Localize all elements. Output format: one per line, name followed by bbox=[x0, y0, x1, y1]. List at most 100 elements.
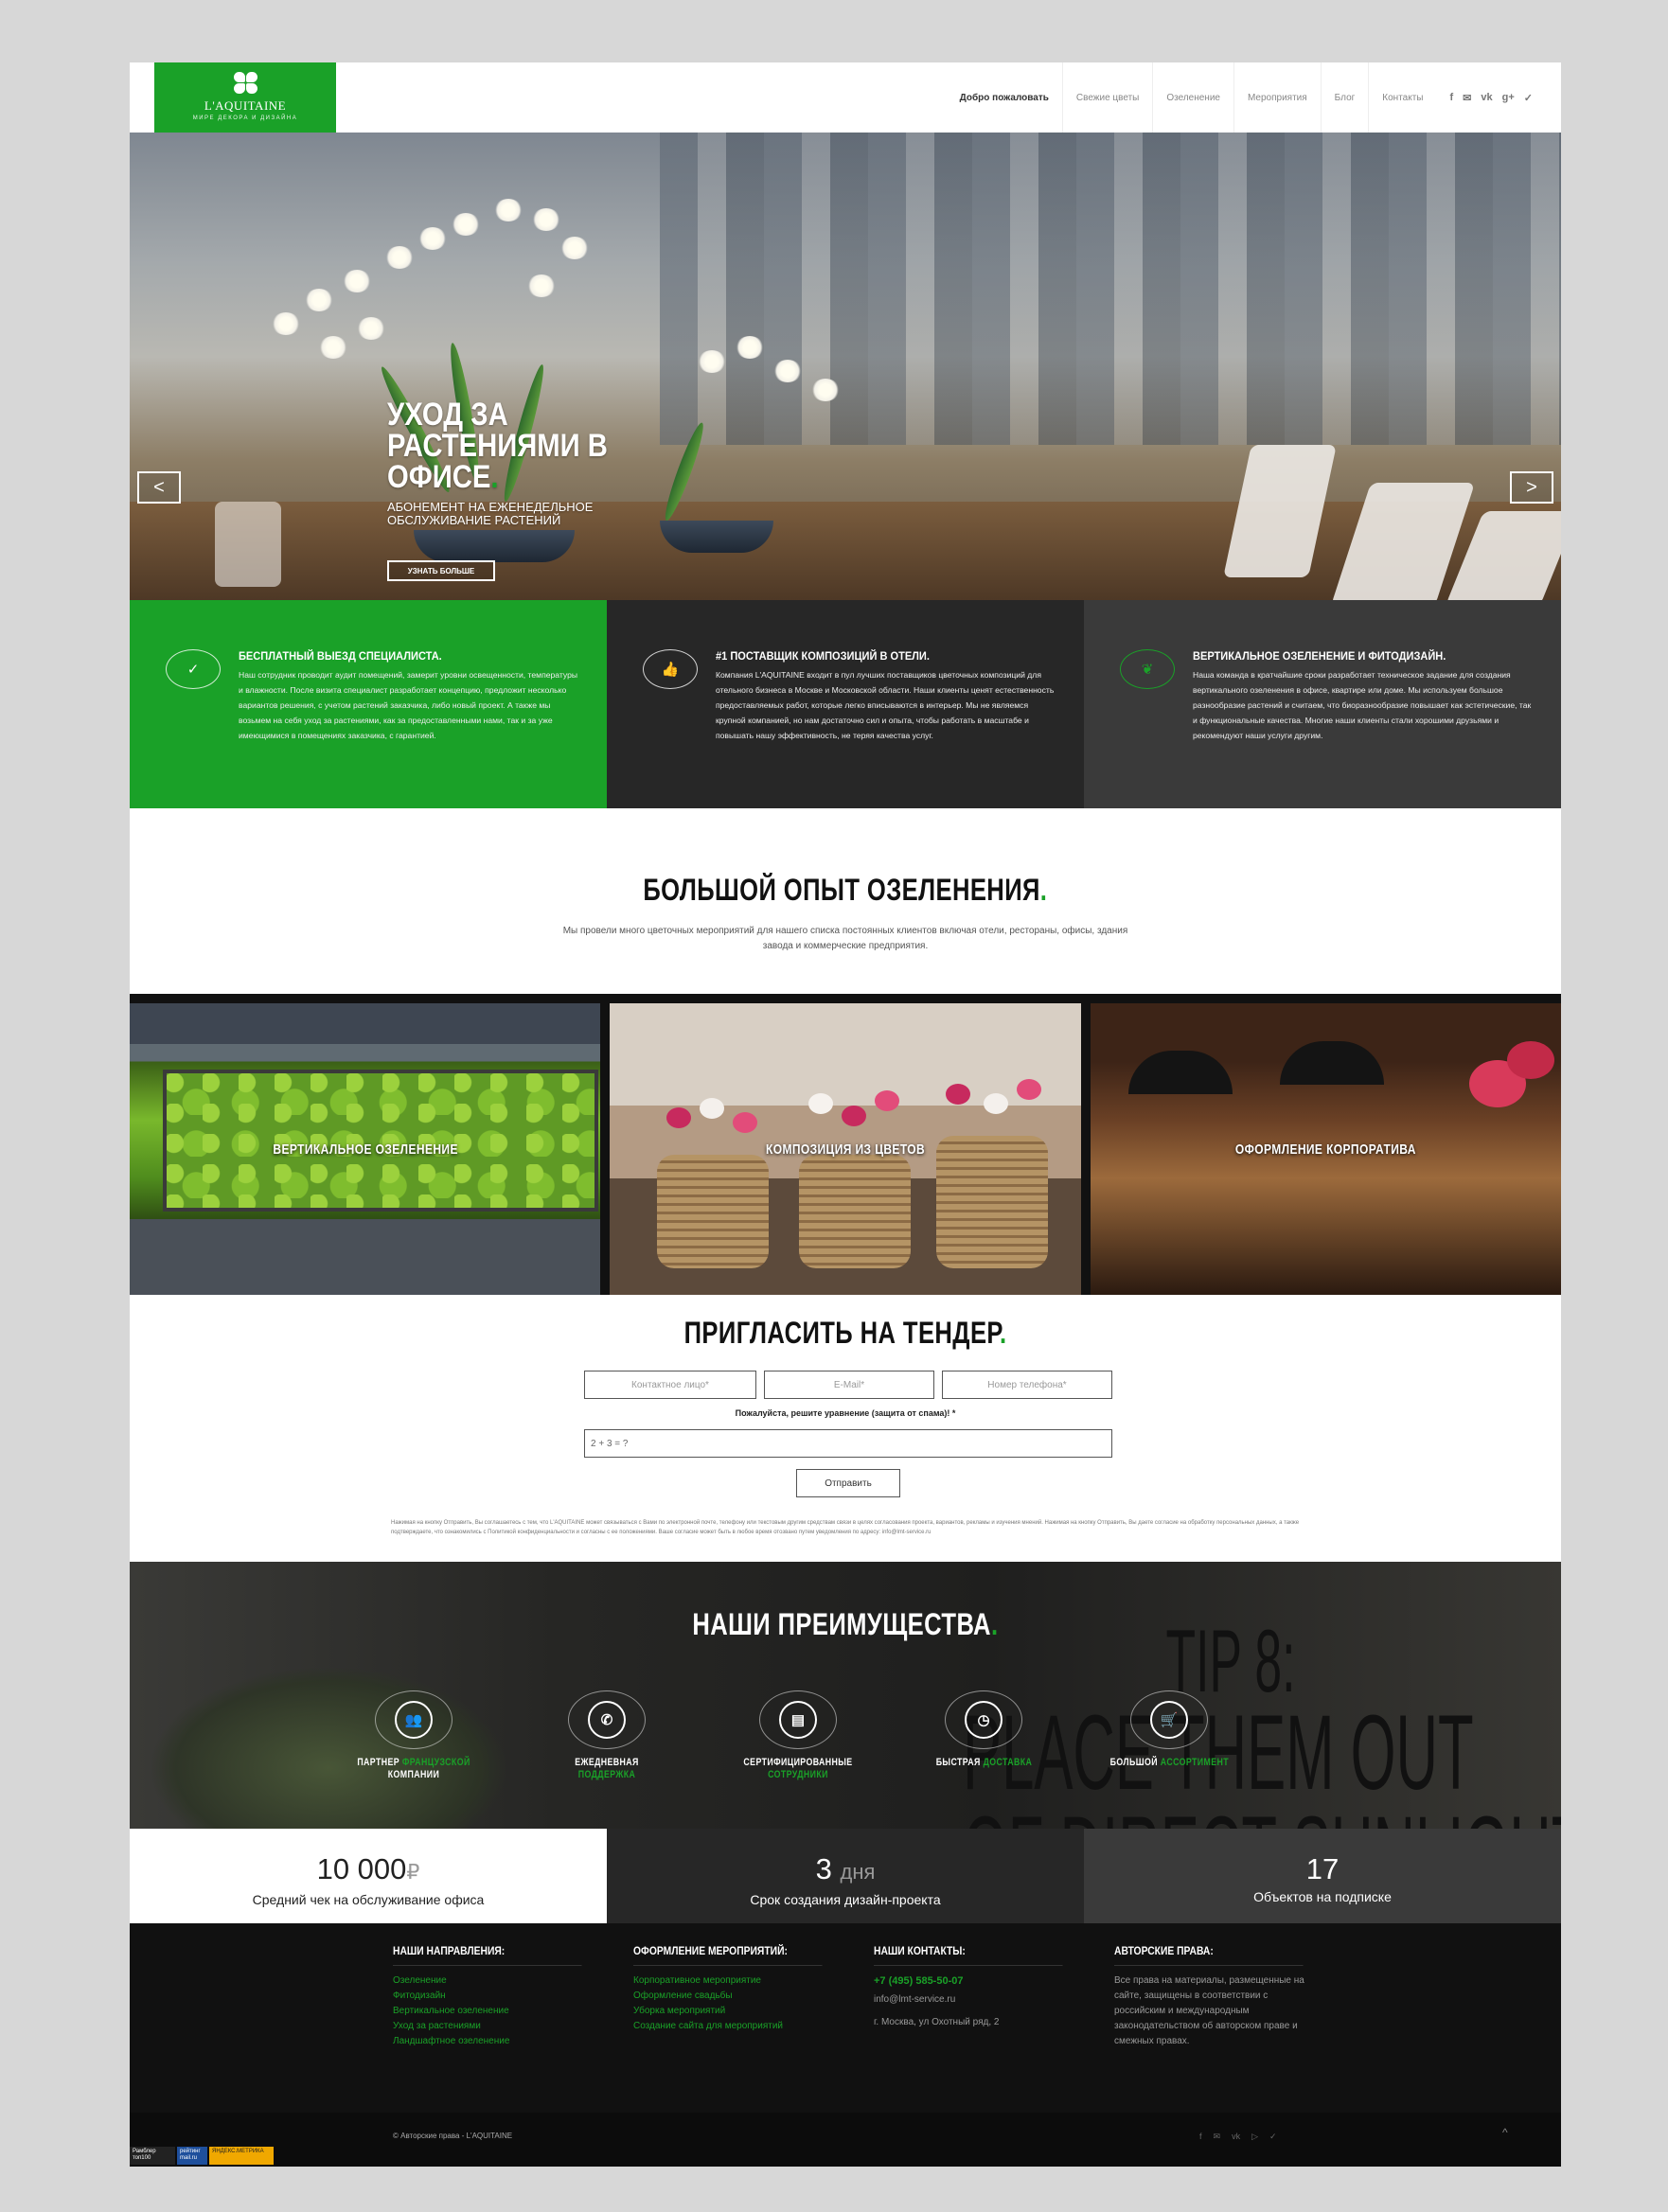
footer-link[interactable]: Вертикальное озеленение bbox=[393, 2004, 582, 2019]
vk-icon[interactable]: vk bbox=[1232, 2132, 1240, 2142]
experience-title: БОЛЬШОЙ ОПЫТ ОЗЕЛЕНЕНИЯ. bbox=[643, 873, 1048, 907]
youtube-icon[interactable]: ▷ bbox=[1251, 2132, 1258, 2142]
rambler-badge[interactable]: Рамблер топ100 bbox=[130, 2147, 175, 2165]
stat-average-check: 10 000₽ Средний чек на обслуживание офис… bbox=[130, 1829, 607, 1923]
feature-title: БЕСПЛАТНЫЙ ВЫЕЗД СПЕЦИАЛИСТА. bbox=[239, 649, 442, 663]
clock-icon: ◷ bbox=[965, 1701, 1003, 1739]
facebook-icon[interactable]: f bbox=[1449, 92, 1453, 104]
orchid-image bbox=[736, 336, 764, 359]
tile-vertical-greening[interactable]: ВЕРТИКАЛЬНОЕ ОЗЕЛЕНЕНИЕ bbox=[130, 1003, 601, 1295]
footer-heading: АВТОРСКИЕ ПРАВА: bbox=[1114, 1944, 1304, 1966]
stat-label: Объектов на подписке bbox=[1253, 1889, 1392, 1904]
orchid-image bbox=[385, 246, 414, 269]
footer-link[interactable]: Фитодизайн bbox=[393, 1989, 582, 2004]
footer-link[interactable]: Создание сайта для мероприятий bbox=[633, 2019, 813, 2034]
twitter-icon[interactable]: ✓ bbox=[1524, 92, 1533, 104]
bloom-image bbox=[1017, 1079, 1042, 1100]
cart-icon: 🛒 bbox=[1150, 1701, 1188, 1739]
yandex-metrika-badge[interactable]: ЯНДЕКС.МЕТРИКА bbox=[209, 2147, 274, 2165]
feature-vertical-greening: ❦ ВЕРТИКАЛЬНОЕ ОЗЕЛЕНЕНИЕ И ФИТОДИЗАЙН. … bbox=[1084, 600, 1561, 808]
logo-name: L'AQUITAINE bbox=[204, 98, 287, 113]
footer-link[interactable]: Корпоративное мероприятие bbox=[633, 1973, 813, 1989]
lamp-image bbox=[1127, 1051, 1233, 1094]
facebook-icon[interactable]: f bbox=[1199, 2132, 1202, 2142]
flower-pot-image bbox=[936, 1136, 1049, 1268]
advantage-certified: ▤ СЕРТИФИЦИРОВАННЫЕ СОТРУДНИКИ bbox=[722, 1690, 874, 1781]
leaf-icon: ❦ bbox=[1120, 649, 1175, 689]
email-input[interactable] bbox=[764, 1371, 934, 1399]
feature-free-visit: ✓ БЕСПЛАТНЫЙ ВЫЕЗД СПЕЦИАЛИСТА. Наш сотр… bbox=[130, 600, 607, 808]
site-header: L'AQUITAINE МИРЕ ДЕКОРА И ДИЗАЙНА Добро … bbox=[130, 62, 1561, 133]
hero-slider bbox=[130, 133, 1561, 600]
footer-link[interactable]: Уход за растениями bbox=[393, 2019, 582, 2034]
hero-bowl-image bbox=[660, 521, 773, 553]
mail-icon[interactable]: ✉ bbox=[1463, 92, 1471, 104]
slider-next-button[interactable]: > bbox=[1510, 471, 1553, 504]
phone-icon: ✆ bbox=[588, 1701, 626, 1739]
footer-email[interactable]: info@lmt-service.ru bbox=[874, 1992, 1063, 2008]
back-to-top-icon[interactable]: ^ bbox=[1502, 2126, 1508, 2139]
captcha-input[interactable] bbox=[584, 1429, 1112, 1458]
phone-input[interactable] bbox=[942, 1371, 1112, 1399]
nav-fresh-flowers[interactable]: Свежие цветы bbox=[1061, 62, 1152, 133]
stat-subscriptions: 17 Объектов на подписке bbox=[1084, 1829, 1561, 1923]
nav-events[interactable]: Мероприятия bbox=[1233, 62, 1321, 133]
bloom-image bbox=[984, 1093, 1009, 1114]
footer-phone[interactable]: +7 (495) 585-50-07 bbox=[874, 1973, 1063, 1989]
footer-copyright: АВТОРСКИЕ ПРАВА: Все права на материалы,… bbox=[1114, 1944, 1304, 2049]
submit-button[interactable]: Отправить bbox=[796, 1469, 900, 1497]
tile-label: КОМПОЗИЦИЯ ИЗ ЦВЕТОВ bbox=[765, 1141, 926, 1158]
footer-heading: НАШИ НАПРАВЛЕНИЯ: bbox=[393, 1944, 582, 1966]
tile-label: ОФОРМЛЕНИЕ КОРПОРАТИВА bbox=[1234, 1141, 1416, 1158]
footer-link[interactable]: Ландшафтное озеленение bbox=[393, 2034, 582, 2049]
mailru-badge[interactable]: рейтинг mail.ru bbox=[177, 2147, 207, 2165]
footer-heading: НАШИ КОНТАКТЫ: bbox=[874, 1944, 1063, 1966]
features-strip: ✓ БЕСПЛАТНЫЙ ВЫЕЗД СПЕЦИАЛИСТА. Наш сотр… bbox=[130, 600, 1561, 808]
vk-icon[interactable]: vk bbox=[1481, 92, 1492, 104]
check-icon: ✓ bbox=[166, 649, 221, 689]
tile-corporate-event[interactable]: ОФОРМЛЕНИЕ КОРПОРАТИВА bbox=[1090, 1003, 1561, 1295]
experience-text: Мы провели много цветочных мероприятий д… bbox=[562, 926, 1128, 951]
advantages-section: TIP 8: PLACE THEM OUT OF DIRECT SUNLIGHT… bbox=[130, 1562, 1561, 1829]
advantage-partner: 👥 ПАРТНЕР ФРАНЦУЗСКОЙ КОМПАНИИ bbox=[338, 1690, 489, 1781]
advantage-support: ✆ ЕЖЕДНЕВНАЯ ПОДДЕРЖКА bbox=[531, 1690, 683, 1781]
flower-pot-image bbox=[799, 1155, 912, 1268]
contact-name-input[interactable] bbox=[584, 1371, 756, 1399]
copyright-text: Все права на материалы, размещенные на с… bbox=[1114, 1975, 1304, 2046]
google-plus-icon[interactable]: g+ bbox=[1502, 92, 1515, 104]
consent-text: Нажимая на кнопку Отправить, Вы соглашае… bbox=[391, 1520, 1300, 1535]
footer-link[interactable]: Уборка мероприятий bbox=[633, 2004, 813, 2019]
mail-icon[interactable]: ✉ bbox=[1214, 2132, 1221, 2142]
orchid-image bbox=[773, 360, 802, 382]
stat-label: Средний чек на обслуживание офиса bbox=[252, 1892, 485, 1907]
certificate-icon: ▤ bbox=[779, 1701, 817, 1739]
orchid-image bbox=[532, 208, 560, 231]
hero-curtain-image bbox=[660, 133, 1561, 445]
hero-chair-image bbox=[215, 502, 281, 587]
footer-social: f ✉ vk ▷ ✓ bbox=[1199, 2132, 1277, 2142]
footer-link[interactable]: Оформление свадьбы bbox=[633, 1989, 813, 2004]
feature-text: Наша команда в кратчайшие сроки разработ… bbox=[1193, 670, 1532, 740]
twitter-icon[interactable]: ✓ bbox=[1269, 2132, 1277, 2142]
logo[interactable]: L'AQUITAINE МИРЕ ДЕКОРА И ДИЗАЙНА bbox=[154, 62, 336, 133]
stat-number: 17 bbox=[1305, 1852, 1340, 1885]
orchid-image bbox=[305, 289, 333, 311]
nav-blog[interactable]: Блог bbox=[1320, 62, 1369, 133]
nav-landscaping[interactable]: Озеленение bbox=[1152, 62, 1233, 133]
slider-prev-button[interactable]: < bbox=[137, 471, 181, 504]
tender-section: ПРИГЛАСИТЬ НА ТЕНДЕР. Пожалуйста, решите… bbox=[130, 1295, 1561, 1562]
advantages-title: НАШИ ПРЕИМУЩЕСТВА. bbox=[692, 1607, 999, 1641]
orchid-image bbox=[527, 274, 556, 297]
thumbs-up-icon: 👍 bbox=[643, 649, 698, 689]
hero-caption: УХОД ЗА РАСТЕНИЯМИ В ОФИСЕ. АБОНЕМЕНТ НА… bbox=[387, 398, 671, 527]
stats-strip: 10 000₽ Средний чек на обслуживание офис… bbox=[130, 1829, 1561, 1923]
feature-text: Наш сотрудник проводит аудит помещений, … bbox=[239, 670, 578, 740]
nav-welcome[interactable]: Добро пожаловать bbox=[947, 62, 1062, 133]
nav-contacts[interactable]: Контакты bbox=[1368, 62, 1436, 133]
users-icon: 👥 bbox=[395, 1701, 433, 1739]
bloom-image bbox=[666, 1107, 692, 1128]
tile-flower-composition[interactable]: КОМПОЗИЦИЯ ИЗ ЦВЕТОВ bbox=[610, 1003, 1081, 1295]
learn-more-button[interactable]: УЗНАТЬ БОЛЬШЕ bbox=[387, 560, 495, 581]
orchid-image bbox=[343, 270, 371, 292]
footer-link[interactable]: Озеленение bbox=[393, 1973, 582, 1989]
